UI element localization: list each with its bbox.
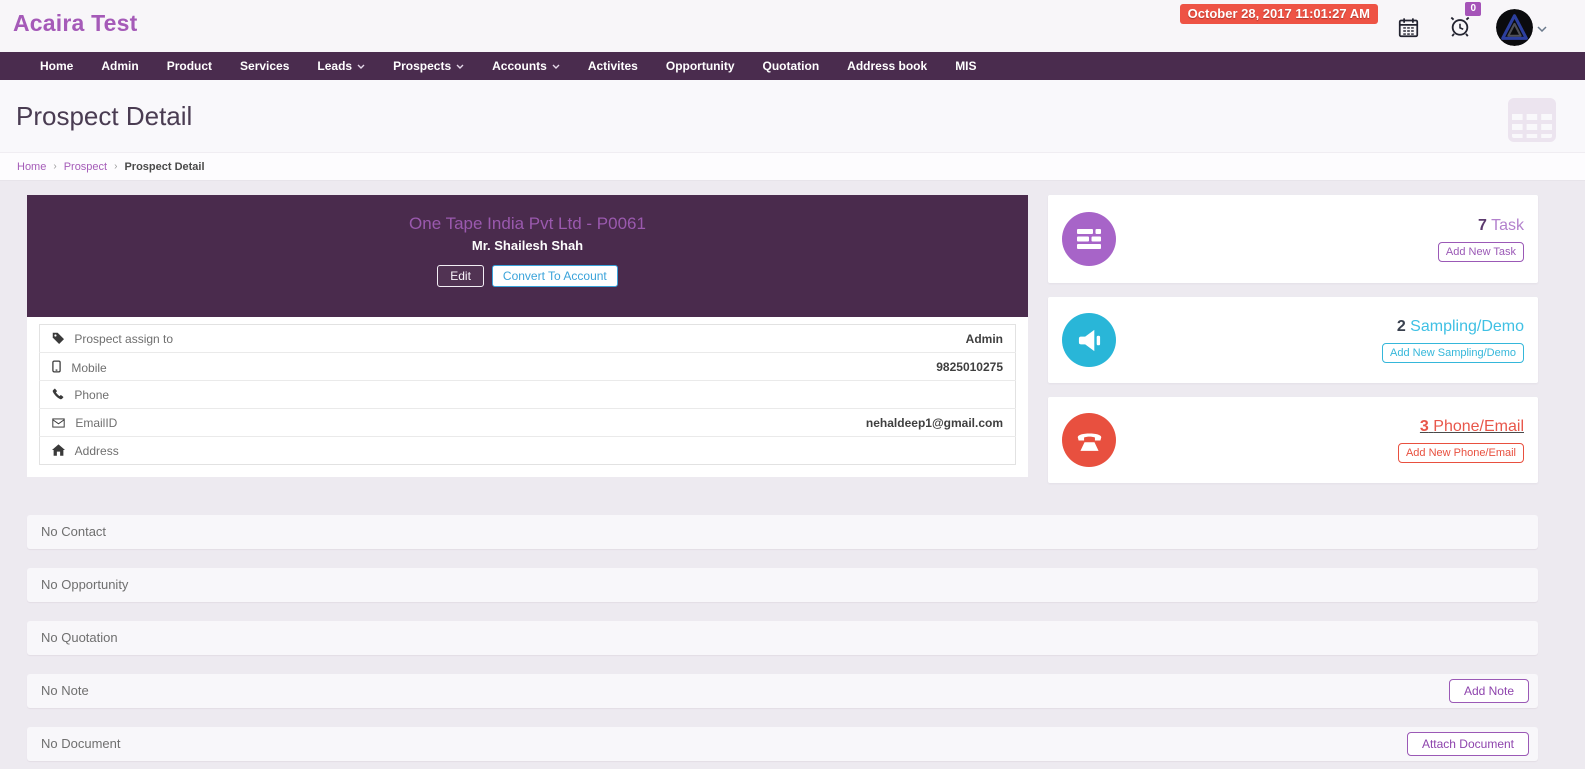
chevron-down-icon[interactable] — [1537, 19, 1547, 37]
quotation-section: No Quotation — [27, 621, 1538, 655]
prospect-name: One Tape India Pvt Ltd - P0061 — [409, 214, 646, 234]
prospect-hero: One Tape India Pvt Ltd - P0061 Mr. Shail… — [27, 195, 1028, 317]
datetime-badge: October 28, 2017 11:01:27 AM — [1180, 4, 1378, 24]
title-band: Prospect Detail — [0, 80, 1585, 152]
task-card: 7 Task Add New Task — [1048, 195, 1538, 283]
top-header: Acaira Test October 28, 2017 11:01:27 AM… — [0, 0, 1585, 52]
megaphone-icon — [1062, 313, 1116, 367]
field-row-mobile: Mobile 9825010275 — [40, 353, 1016, 381]
home-icon — [52, 445, 65, 459]
no-contact-label: No Contact — [41, 524, 106, 539]
breadcrumb-prospect[interactable]: Prospect — [64, 161, 107, 173]
field-row-address: Address — [40, 437, 1016, 465]
app-logo[interactable]: Acaira Test — [13, 10, 138, 37]
nav-item-address-book[interactable]: Address book — [833, 52, 941, 80]
hero-actions: Edit Convert To Account — [437, 265, 618, 287]
summary-cards: 7 Task Add New Task 2 Sampling/Demo Add … — [1048, 195, 1538, 497]
field-value: 9825010275 — [500, 353, 1016, 381]
field-label: Prospect assign to — [74, 332, 173, 346]
edit-button[interactable]: Edit — [437, 265, 484, 287]
contact-section: No Contact — [27, 515, 1538, 549]
field-label: EmailID — [75, 416, 117, 430]
note-section: No Note Add Note — [27, 674, 1538, 708]
field-value — [500, 381, 1016, 409]
add-new-phone-email-button[interactable]: Add New Phone/Email — [1398, 443, 1524, 463]
nav-item-admin[interactable]: Admin — [87, 52, 152, 80]
page-title: Prospect Detail — [16, 101, 192, 132]
alarm-clock-icon[interactable] — [1449, 15, 1471, 43]
add-new-sampling-demo-button[interactable]: Add New Sampling/Demo — [1382, 343, 1524, 363]
sampling-count-link[interactable]: 2 Sampling/Demo — [1397, 318, 1524, 336]
chevron-down-icon — [552, 64, 560, 69]
mobile-icon — [52, 362, 61, 376]
telephone-icon — [1062, 413, 1116, 467]
task-count-link[interactable]: 7 Task — [1478, 217, 1524, 235]
field-row-assign-to: Prospect assign to Admin — [40, 325, 1016, 353]
table-icon — [1508, 98, 1556, 147]
field-value: Admin — [500, 325, 1016, 353]
field-label: Mobile — [71, 361, 106, 375]
field-value — [500, 437, 1016, 465]
document-section: No Document Attach Document — [27, 727, 1538, 761]
add-new-task-button[interactable]: Add New Task — [1438, 242, 1524, 262]
prospect-contact-person: Mr. Shailesh Shah — [472, 238, 583, 253]
nav-item-prospects[interactable]: Prospects — [379, 52, 478, 80]
main-content: One Tape India Pvt Ltd - P0061 Mr. Shail… — [27, 195, 1538, 497]
breadcrumb-home[interactable]: Home — [17, 161, 46, 173]
alarm-count-badge: 0 — [1465, 2, 1481, 16]
breadcrumb-separator: › — [53, 161, 56, 172]
opportunity-section: No Opportunity — [27, 568, 1538, 602]
breadcrumb-separator: › — [114, 161, 117, 172]
chevron-down-icon — [357, 64, 365, 69]
attach-document-button[interactable]: Attach Document — [1407, 732, 1529, 756]
field-row-phone: Phone — [40, 381, 1016, 409]
tag-icon — [52, 333, 64, 347]
nav-item-quotation[interactable]: Quotation — [749, 52, 834, 80]
phone-email-card: 3 Phone/Email Add New Phone/Email — [1048, 397, 1538, 483]
no-opportunity-label: No Opportunity — [41, 577, 128, 592]
nav-item-mis[interactable]: MIS — [941, 52, 990, 80]
phone-email-count-link[interactable]: 3 Phone/Email — [1420, 418, 1524, 436]
nav-item-home[interactable]: Home — [26, 52, 87, 80]
field-label: Address — [75, 444, 119, 458]
nav-item-accounts[interactable]: Accounts — [478, 52, 574, 80]
add-note-button[interactable]: Add Note — [1449, 679, 1529, 703]
related-sections: No Contact No Opportunity No Quotation N… — [27, 515, 1538, 761]
nav-item-product[interactable]: Product — [153, 52, 226, 80]
email-icon — [52, 417, 65, 431]
prospect-detail-card: One Tape India Pvt Ltd - P0061 Mr. Shail… — [27, 195, 1028, 497]
nav-item-leads[interactable]: Leads — [303, 52, 379, 80]
no-note-label: No Note — [41, 683, 89, 698]
chevron-down-icon — [456, 64, 464, 69]
phone-icon — [52, 389, 64, 403]
tasks-icon — [1062, 212, 1116, 266]
nav-item-services[interactable]: Services — [226, 52, 303, 80]
calendar-icon[interactable] — [1398, 17, 1419, 43]
sampling-demo-card: 2 Sampling/Demo Add New Sampling/Demo — [1048, 297, 1538, 383]
nav-item-opportunity[interactable]: Opportunity — [652, 52, 749, 80]
field-value: nehaldeep1@gmail.com — [500, 409, 1016, 437]
breadcrumb: Home › Prospect › Prospect Detail — [0, 152, 1585, 181]
convert-to-account-button[interactable]: Convert To Account — [492, 265, 618, 287]
main-nav: Home Admin Product Services Leads Prospe… — [0, 52, 1585, 80]
no-quotation-label: No Quotation — [41, 630, 118, 645]
prospect-fields-panel: Prospect assign to Admin Mobile 98250102… — [27, 317, 1028, 477]
avatar[interactable] — [1496, 9, 1533, 46]
field-label: Phone — [74, 388, 109, 402]
field-row-email: EmailID nehaldeep1@gmail.com — [40, 409, 1016, 437]
nav-item-activites[interactable]: Activites — [574, 52, 652, 80]
breadcrumb-current: Prospect Detail — [124, 161, 204, 173]
no-document-label: No Document — [41, 736, 120, 751]
